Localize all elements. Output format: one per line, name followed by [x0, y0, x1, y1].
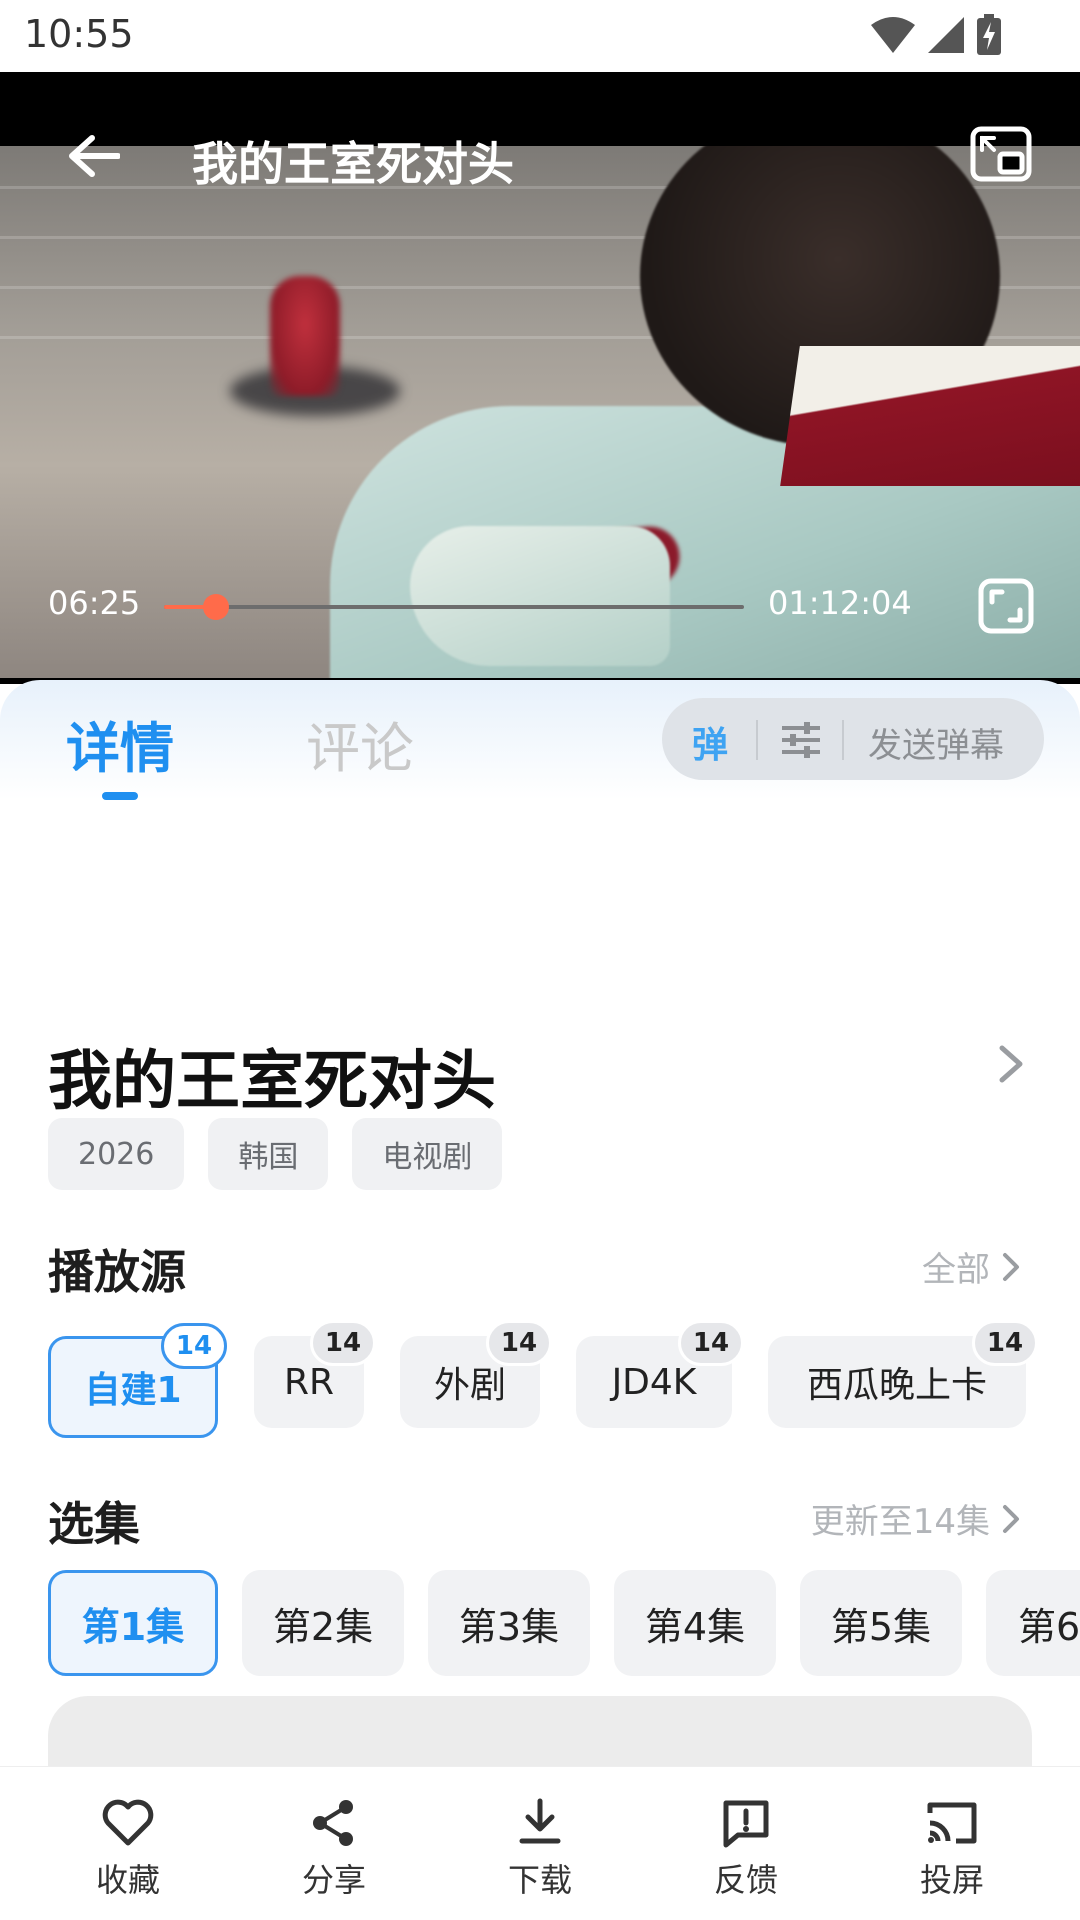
danmaku-toggle[interactable]: 弹: [692, 716, 728, 768]
source-item[interactable]: JD4K 14: [576, 1320, 744, 1428]
episodes-more-label: 更新至14集: [810, 1502, 990, 1542]
episode-item[interactable]: 第2集: [242, 1570, 404, 1676]
tag-year[interactable]: 2026: [48, 1118, 185, 1190]
status-time: 10:55: [24, 12, 134, 56]
favorite-button[interactable]: 收藏: [68, 1795, 188, 1901]
download-label: 下载: [507, 1861, 572, 1899]
danmaku-bar: 弹 发送弹幕: [662, 698, 1044, 780]
source-item[interactable]: 自建1 14: [48, 1323, 227, 1438]
source-label: 自建1: [84, 1370, 182, 1411]
share-button[interactable]: 分享: [274, 1795, 394, 1901]
episode-count-badge: 14: [486, 1320, 552, 1366]
episode-item[interactable]: 第3集: [428, 1570, 590, 1676]
episode-count-badge: 14: [972, 1320, 1038, 1366]
source-label: 西瓜晚上卡: [806, 1365, 987, 1406]
divider: [756, 720, 758, 760]
episode-item[interactable]: 第6集: [986, 1570, 1080, 1676]
fullscreen-icon[interactable]: [978, 578, 1034, 634]
source-item[interactable]: 西瓜晚上卡 14: [768, 1320, 1038, 1428]
chevron-right-icon: [1003, 1504, 1019, 1533]
battery-icon: [977, 14, 1001, 55]
source-label: 外剧: [433, 1365, 506, 1406]
chevron-right-icon[interactable]: [996, 1044, 1026, 1084]
tab-bar: 详情 评论 弹 发送弹幕: [0, 680, 1080, 800]
send-danmaku-input[interactable]: 发送弹幕: [868, 718, 1004, 767]
progress-bar[interactable]: [164, 594, 744, 620]
episode-item[interactable]: 第1集: [48, 1570, 218, 1676]
tab-indicator: [102, 792, 138, 800]
download-button[interactable]: 下载: [480, 1795, 600, 1901]
episode-count-badge: 14: [678, 1320, 744, 1366]
picture-in-picture-icon[interactable]: [970, 126, 1032, 182]
current-time: 06:25: [48, 584, 141, 622]
total-time: 01:12:04: [768, 584, 912, 622]
cast-icon: [927, 1802, 977, 1844]
sources-more-label: 全部: [922, 1250, 990, 1290]
chevron-right-icon: [1003, 1252, 1019, 1281]
feedback-icon: [723, 1800, 769, 1848]
feedback-label: 反馈: [713, 1861, 778, 1899]
progress-knob[interactable]: [202, 594, 229, 620]
bottom-action-bar: 收藏 分享 下载 反馈 投屏: [0, 1766, 1080, 1920]
sources-title: 播放源: [48, 1245, 186, 1299]
source-label: RR: [283, 1361, 335, 1403]
status-icons: [870, 14, 1002, 56]
video-player[interactable]: 我的王室死对头 06:25 01:12:04: [0, 72, 1080, 684]
player-title: 我的王室死对头: [192, 137, 514, 191]
show-tags: 2026 韩国 电视剧: [48, 1118, 503, 1190]
episode-item[interactable]: 第5集: [800, 1570, 962, 1676]
feedback-button[interactable]: 反馈: [686, 1795, 806, 1901]
cast-label: 投屏: [919, 1861, 984, 1899]
share-icon: [313, 1800, 353, 1846]
episode-count-badge: 14: [161, 1323, 227, 1369]
source-label: JD4K: [611, 1361, 697, 1403]
back-arrow-icon: [69, 135, 120, 177]
danmaku-settings-icon[interactable]: [780, 720, 822, 760]
signal-icon: [928, 17, 964, 53]
episode-count-badge: 14: [310, 1320, 376, 1366]
favorite-label: 收藏: [95, 1861, 160, 1899]
video-frame[interactable]: [0, 146, 1080, 678]
wifi-icon: [871, 17, 915, 53]
show-title: 我的王室死对头: [48, 1045, 496, 1119]
episode-item[interactable]: 第4集: [614, 1570, 776, 1676]
status-bar: 10:55: [0, 0, 1080, 72]
back-button[interactable]: [62, 124, 126, 188]
source-item[interactable]: 外剧 14: [400, 1320, 552, 1428]
sources-more-link[interactable]: 全部: [922, 1242, 1022, 1291]
tag-type[interactable]: 电视剧: [352, 1118, 503, 1190]
tab-details[interactable]: 详情: [66, 704, 174, 783]
divider: [842, 720, 844, 760]
download-icon: [519, 1798, 561, 1844]
episodes-more-link[interactable]: 更新至14集: [811, 1494, 1022, 1543]
heart-icon: [102, 1799, 154, 1846]
episodes-title: 选集: [48, 1497, 140, 1551]
tag-region[interactable]: 韩国: [208, 1118, 329, 1190]
share-label: 分享: [301, 1861, 366, 1899]
source-item[interactable]: RR 14: [254, 1320, 376, 1428]
cast-button[interactable]: 投屏: [892, 1795, 1012, 1901]
tab-comments[interactable]: 评论: [306, 704, 414, 783]
episode-list: 第1集 第2集 第3集 第4集 第5集 第6集: [48, 1570, 1080, 1678]
